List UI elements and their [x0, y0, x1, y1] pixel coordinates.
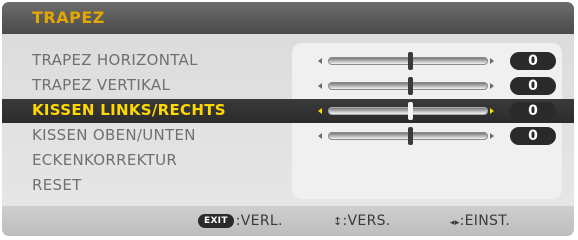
- arrow-left-icon[interactable]: [318, 108, 322, 114]
- value-display: 0: [510, 52, 556, 70]
- menu-item-reset[interactable]: RESET: [2, 174, 574, 198]
- kissen-links-rechts-slider[interactable]: [316, 99, 496, 123]
- keystone-menu-panel: TRAPEZ TRAPEZ HORIZONTAL 0 TRAPEZ VERTIK…: [2, 2, 574, 236]
- menu-item-trapez-horizontal[interactable]: TRAPEZ HORIZONTAL 0: [2, 49, 574, 73]
- slider-thumb[interactable]: [408, 102, 413, 120]
- menu-title: TRAPEZ: [32, 8, 105, 27]
- menu-item-label: TRAPEZ HORIZONTAL: [32, 51, 198, 69]
- slider-thumb[interactable]: [408, 127, 413, 145]
- menu-item-kissen-oben-unten[interactable]: KISSEN OBEN/UNTEN 0: [2, 124, 574, 148]
- arrow-right-icon[interactable]: [490, 83, 494, 89]
- move-hint-label: :VERS.: [342, 213, 391, 229]
- exit-hint-label: :VERL.: [235, 213, 283, 229]
- adjust-hint-label: :EINST.: [459, 213, 511, 229]
- value-display: 0: [510, 77, 556, 95]
- slider-thumb[interactable]: [408, 77, 413, 95]
- trapez-vertikal-slider[interactable]: [316, 74, 496, 98]
- menu-item-eckenkorrektur[interactable]: ECKENKORREKTUR: [2, 149, 574, 173]
- up-down-arrow-icon: ↕: [333, 215, 343, 228]
- menu-item-label: KISSEN OBEN/UNTEN: [32, 126, 196, 144]
- menu-item-label: KISSEN LINKS/RECHTS: [32, 101, 226, 119]
- menu-item-label: TRAPEZ VERTIKAL: [32, 76, 171, 94]
- menu-item-label: ECKENKORREKTUR: [32, 151, 178, 169]
- value-display: 0: [510, 102, 556, 120]
- arrow-left-icon[interactable]: [318, 83, 322, 89]
- left-right-arrow-icon: ◂▸: [450, 218, 460, 228]
- move-hint: ↕:VERS.: [333, 213, 391, 229]
- adjust-hint: ◂▸:EINST.: [450, 213, 510, 229]
- exit-button-icon: EXIT: [198, 214, 234, 228]
- title-bar: TRAPEZ: [2, 2, 574, 34]
- menu-item-trapez-vertikal[interactable]: TRAPEZ VERTIKAL 0: [2, 74, 574, 98]
- trapez-horizontal-slider[interactable]: [316, 49, 496, 73]
- kissen-oben-unten-slider[interactable]: [316, 124, 496, 148]
- arrow-right-icon[interactable]: [490, 133, 494, 139]
- arrow-left-icon[interactable]: [318, 58, 322, 64]
- menu-body: TRAPEZ HORIZONTAL 0 TRAPEZ VERTIKAL 0 KI…: [2, 34, 574, 206]
- arrow-left-icon[interactable]: [318, 133, 322, 139]
- arrow-right-icon[interactable]: [490, 108, 494, 114]
- menu-item-label: RESET: [32, 176, 82, 194]
- value-display: 0: [510, 127, 556, 145]
- slider-thumb[interactable]: [408, 52, 413, 70]
- arrow-right-icon[interactable]: [490, 58, 494, 64]
- footer-hints: EXIT:VERL. ↕:VERS. ◂▸:EINST.: [2, 206, 574, 236]
- exit-hint: EXIT:VERL.: [198, 213, 283, 229]
- menu-item-kissen-links-rechts[interactable]: KISSEN LINKS/RECHTS 0: [2, 99, 574, 123]
